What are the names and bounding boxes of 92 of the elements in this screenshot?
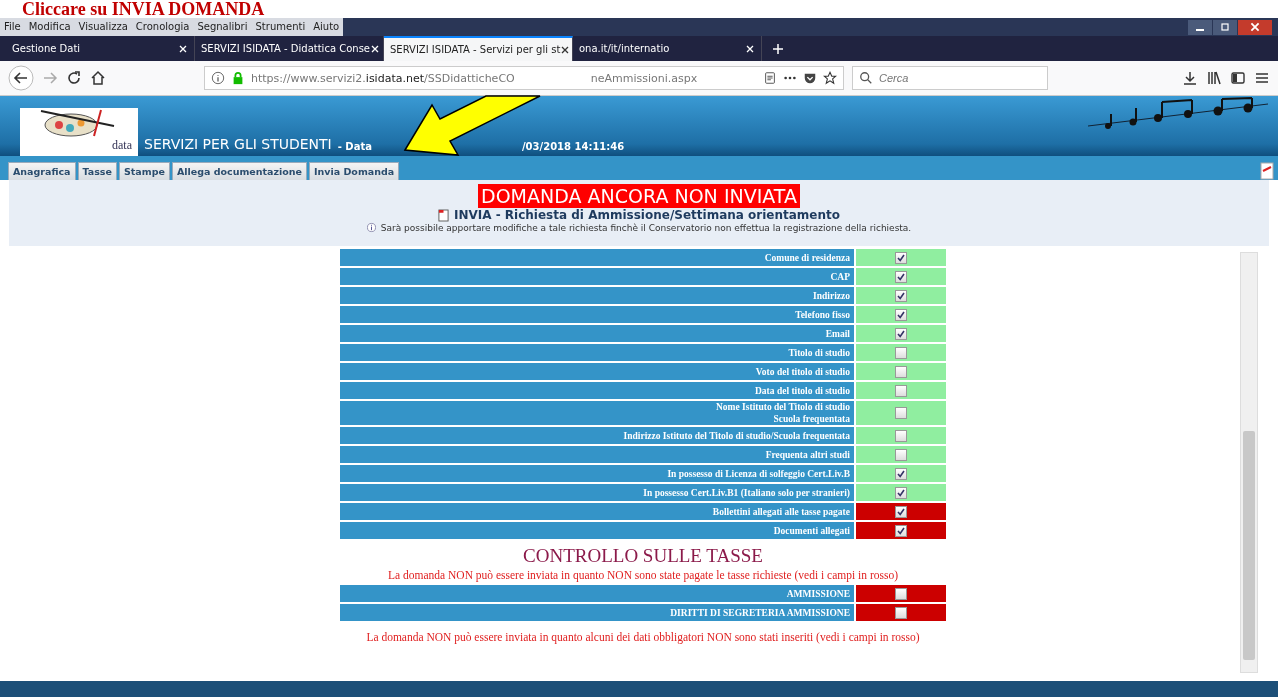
field-label: Voto del titolo di studio: [340, 363, 854, 380]
field-label: Comune di residenza: [340, 249, 854, 266]
menu-item[interactable]: Modifica: [24, 18, 75, 36]
browser-tab[interactable]: SERVIZI ISIDATA - Servizi per gli st: [384, 36, 573, 61]
checkbox[interactable]: [895, 486, 907, 499]
close-button[interactable]: [1238, 19, 1272, 35]
checkbox[interactable]: [895, 251, 907, 264]
fee-label: AMMISSIONE: [340, 585, 854, 602]
close-icon[interactable]: [178, 43, 188, 54]
minimize-icon: [1196, 28, 1204, 31]
field-label: Indirizzo: [340, 287, 854, 304]
checkbox[interactable]: [895, 606, 907, 619]
annotation-caption: Cliccare su INVIA DOMANDA: [22, 0, 265, 18]
search-field[interactable]: Cerca: [852, 66, 1048, 90]
star-icon[interactable]: [823, 71, 837, 85]
menu-item[interactable]: Strumenti: [251, 18, 310, 36]
library-icon[interactable]: [1206, 70, 1222, 86]
field-label: Titolo di studio: [340, 344, 854, 361]
field-label: Indirizzo Istituto del Titolo di studio/Scuola frequentata: [340, 427, 854, 444]
page-tab[interactable]: Invia Domanda: [309, 162, 400, 180]
page-tab[interactable]: Anagrafica: [8, 162, 76, 180]
field-label: Bollettini allegati alle tasse pagate: [340, 503, 854, 520]
page-tab[interactable]: Tasse: [77, 162, 117, 180]
page-title: SERVIZI PER GLI STUDENTI: [144, 136, 332, 152]
checkbox[interactable]: [895, 346, 907, 359]
menu-item[interactable]: File: [0, 18, 25, 36]
address-bar[interactable]: https://www.servizi2.isidata.net/SSDidatticheCO neAmmissioni.aspx: [204, 66, 844, 90]
menu-item[interactable]: Segnalibri: [193, 18, 252, 36]
checkbox[interactable]: [895, 365, 907, 378]
field-label: Nome Istituto del Titolo di studio Scuola frequentata: [340, 401, 854, 425]
pdf-icon[interactable]: [1260, 162, 1274, 180]
info-icon: [366, 222, 376, 233]
more-icon[interactable]: [783, 75, 797, 81]
close-icon[interactable]: [370, 43, 380, 54]
close-icon: [1249, 21, 1261, 33]
checkbox[interactable]: [895, 308, 907, 321]
search-icon: [859, 71, 873, 85]
info-icon[interactable]: [211, 71, 225, 85]
reload-icon[interactable]: [66, 70, 82, 86]
close-icon[interactable]: [560, 44, 571, 55]
palette-logo: data: [20, 108, 138, 156]
error-message: La domanda NON può essere inviata in quanto alcuni dei dati obbligatori NON sono stati inseriti (vedi i campi in rosso): [365, 631, 921, 643]
menu-item[interactable]: Visualizza: [74, 18, 132, 36]
sidebar-icon[interactable]: [1230, 70, 1246, 86]
lock-icon: [231, 71, 245, 85]
checkbox[interactable]: [895, 384, 907, 397]
scrollbar[interactable]: [1240, 252, 1258, 673]
reader-view-icon[interactable]: [763, 71, 777, 85]
menu-icon[interactable]: [1254, 70, 1270, 86]
field-label: Frequenta altri studi: [340, 446, 854, 463]
section-title: CONTROLLO SULLE TASSE: [523, 545, 763, 567]
new-tab-icon[interactable]: [772, 42, 784, 55]
status-banner: DOMANDA ANCORA NON INVIATA: [478, 184, 800, 208]
fee-label: DIRITTI DI SEGRETERIA AMMISSIONE: [340, 604, 854, 621]
date-label: - Data: [337, 141, 372, 152]
checkbox[interactable]: [895, 524, 907, 537]
url-text: https://www.servizi2.isidata.net/SSDidatticheCO: [251, 71, 515, 85]
url-text: neAmmissioni.aspx: [590, 71, 699, 85]
date-value: /03/2018 14:11:46: [521, 141, 625, 152]
close-icon[interactable]: [745, 43, 755, 54]
download-icon[interactable]: [1182, 70, 1198, 86]
home-icon[interactable]: [90, 70, 106, 86]
document-icon: [437, 208, 449, 222]
field-label: Documenti allegati: [340, 522, 854, 539]
field-label: Data del titolo di studio: [340, 382, 854, 399]
field-label: Telefono fisso: [340, 306, 854, 323]
maximize-button[interactable]: [1213, 19, 1237, 35]
maximize-icon: [1219, 21, 1231, 33]
back-icon[interactable]: [8, 65, 34, 91]
checkbox[interactable]: [895, 467, 907, 480]
checkbox[interactable]: [895, 270, 907, 283]
checkbox[interactable]: [895, 327, 907, 340]
field-label: CAP: [340, 268, 854, 285]
request-note: Sarà possibile apportare modifiche a tale richiesta finchè il Conservatorio non effettua la registrazione della richiesta.: [380, 222, 912, 233]
page-tab[interactable]: Stampe: [118, 162, 170, 180]
checkbox[interactable]: [895, 407, 907, 419]
checkbox[interactable]: [895, 289, 907, 302]
pocket-icon[interactable]: [803, 71, 817, 85]
scrollbar-thumb[interactable]: [1243, 431, 1255, 660]
menu-item[interactable]: Cronologia: [131, 18, 194, 36]
field-label: Email: [340, 325, 854, 342]
menu-item[interactable]: Aiuto: [309, 18, 344, 36]
error-message: La domanda NON può essere inviata in quanto NON sono state pagate le tasse richieste (vedi i campi in rosso): [387, 569, 899, 581]
checkbox[interactable]: [895, 505, 907, 518]
field-label: In possesso Cert.Liv.B1 (Italiano solo per stranieri): [340, 484, 854, 501]
request-title: INVIA - Richiesta di Ammissione/Settimana orientamento: [453, 208, 840, 222]
checkbox[interactable]: [895, 429, 907, 442]
minimize-button[interactable]: [1188, 19, 1212, 35]
checkbox[interactable]: [895, 448, 907, 461]
field-label: In possesso di Licenza di solfeggio Cert.Liv.B: [340, 465, 854, 482]
page-tab[interactable]: Allega documentazione: [171, 162, 307, 180]
checkbox[interactable]: [895, 587, 907, 600]
